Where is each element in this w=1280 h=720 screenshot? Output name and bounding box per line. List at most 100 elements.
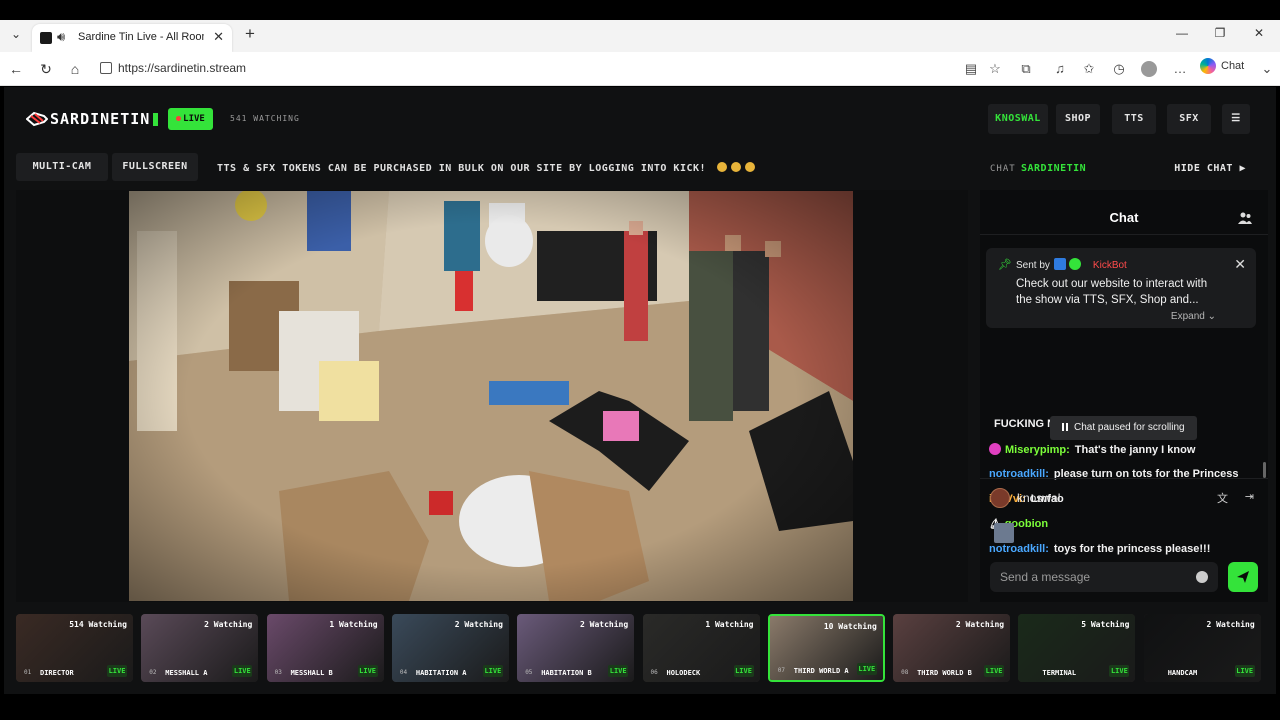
- window-titlebar: [0, 0, 1280, 20]
- chat-title: Chat: [1109, 210, 1139, 225]
- emoji-icon[interactable]: [1196, 571, 1208, 583]
- close-pinned-icon[interactable]: ✕: [1234, 256, 1246, 273]
- extensions-icon[interactable]: ⧉: [1017, 61, 1035, 77]
- new-tab-button[interactable]: +: [240, 24, 260, 44]
- verified-badge-icon: [1053, 258, 1066, 270]
- thumbnail-name: HABITATION A: [415, 669, 467, 677]
- thumbnail-number: 07: [777, 667, 786, 674]
- thumbnail-live-badge: LIVE: [733, 665, 754, 677]
- copilot-icon: [1200, 58, 1216, 74]
- site-logo[interactable]: SARDINETIN: [26, 107, 159, 131]
- emote-preview-icon[interactable]: [994, 523, 1014, 543]
- address-bar[interactable]: https://sardinetin.stream: [92, 56, 1012, 82]
- thumbnail-name: THIRD WORLD A: [793, 667, 849, 675]
- message-input[interactable]: [1000, 569, 1190, 585]
- camera-thumbnail[interactable]: 2 Watching 08 THIRD WORLD B LIVE: [893, 614, 1011, 682]
- chat-message: notroadkill: toys for the princess please…: [989, 543, 1210, 555]
- taskbar-gap: [0, 694, 1280, 720]
- media-control-icon[interactable]: ♫: [1051, 61, 1069, 77]
- tab-strip: ⌄ 🔊︎ Sardine Tin Live - All Rooms, / ✕ +…: [0, 20, 1280, 52]
- hamburger-menu-icon[interactable]: ☰: [1222, 104, 1250, 134]
- thumbnail-watching: 2 Watching: [1206, 620, 1255, 629]
- audio-playing-icon[interactable]: 🔊︎: [57, 29, 65, 45]
- expand-pinned-button[interactable]: Expand ⌄: [1171, 311, 1216, 322]
- chat-message: Miserypimp: That's the janny I know: [989, 443, 1195, 456]
- translate-icon[interactable]: 文: [1217, 490, 1228, 506]
- page-content: SARDINETIN LIVE 541 WATCHING KNOSWAL SHO…: [4, 87, 1276, 694]
- thumbnail-name: MESSHALL B: [290, 669, 333, 677]
- pinned-bot-name: KickBot: [1092, 260, 1127, 271]
- camera-thumbnail-strip: 514 Watching 01 DIRECTOR LIVE 2 Watching 02 ME…: [16, 614, 1268, 682]
- chat-panel: Chat 📌︎ Sent by KickBot Check out our web…: [980, 190, 1268, 602]
- thumbnail-name: MESSHALL A: [165, 669, 208, 677]
- sidebar-chevron-icon[interactable]: ⌄: [1258, 61, 1276, 77]
- live-dot-icon: [176, 116, 182, 121]
- home-icon[interactable]: ⌂: [65, 60, 85, 78]
- send-message-button[interactable]: [1228, 562, 1258, 592]
- nav-sfx[interactable]: SFX: [1167, 104, 1211, 134]
- thumbnail-live-badge: LIVE: [608, 665, 629, 677]
- nav-tts[interactable]: TTS: [1112, 104, 1156, 134]
- chat-username[interactable]: Miserypimp:: [1005, 444, 1070, 456]
- logo-text: SARDINETIN: [50, 110, 151, 128]
- nav-knoswal[interactable]: KNOSWAL: [988, 104, 1048, 134]
- pinned-sender: Sent by KickBot: [1016, 258, 1127, 271]
- copilot-chat-label: Chat: [1221, 60, 1245, 72]
- refresh-icon[interactable]: ↻: [36, 60, 56, 78]
- current-username: knoswal: [1017, 491, 1061, 505]
- minimize-icon[interactable]: —: [1172, 26, 1192, 40]
- nav-shop[interactable]: SHOP: [1056, 104, 1100, 134]
- back-arrow-icon[interactable]: ←: [6, 60, 26, 78]
- camera-thumbnail[interactable]: 1 Watching 06 HOLODECK LIVE: [642, 614, 760, 682]
- thumbnail-name: HABITATION B: [541, 669, 592, 677]
- camera-thumbnail[interactable]: 2 Watching HANDCAM LIVE: [1143, 614, 1261, 682]
- copilot-chat-button[interactable]: Chat: [1200, 58, 1244, 80]
- expand-label: Expand: [1170, 311, 1205, 322]
- thumbnail-watching: 2 Watching: [204, 620, 253, 629]
- close-tab-icon[interactable]: ✕: [213, 29, 224, 45]
- thumbnail-number: 01: [24, 669, 32, 676]
- chat-paused-banner[interactable]: Chat paused for scrolling: [1050, 416, 1197, 440]
- live-video-feed[interactable]: [129, 191, 853, 601]
- people-icon[interactable]: [1238, 212, 1252, 224]
- thumbnail-live-badge: LIVE: [1109, 665, 1130, 677]
- reader-mode-icon[interactable]: ▤: [962, 61, 980, 77]
- thumbnail-number: 03: [274, 669, 282, 676]
- logo-accent-bar: [153, 112, 159, 126]
- sardine-logo-icon: [26, 111, 48, 127]
- user-avatar[interactable]: [990, 488, 1010, 508]
- fullscreen-button[interactable]: FULLSCREEN: [112, 153, 198, 181]
- camera-thumbnail[interactable]: 514 Watching 01 DIRECTOR LIVE: [16, 614, 133, 682]
- chat-room-name: SARDINETIN: [1021, 163, 1087, 174]
- more-menu-icon[interactable]: …: [1171, 61, 1189, 77]
- camera-thumbnail[interactable]: 2 Watching 04 HABITATION A LIVE: [391, 614, 509, 682]
- browser-tab[interactable]: 🔊︎ Sardine Tin Live - All Rooms, / ✕: [32, 24, 232, 52]
- thumbnail-name: THIRD WORLD B: [917, 669, 972, 677]
- multicam-button[interactable]: MULTI-CAM: [16, 153, 108, 181]
- camera-thumbnail[interactable]: 10 Watching 07 THIRD WORLD A LIVE: [767, 614, 885, 682]
- thumbnail-watching: 5 Watching: [1081, 620, 1130, 629]
- chat-scrollbar[interactable]: [1263, 462, 1266, 478]
- thumbnail-live-badge: LIVE: [1234, 665, 1255, 677]
- close-window-icon[interactable]: ✕: [1249, 26, 1269, 40]
- tab-actions-menu[interactable]: ⌄: [6, 27, 26, 45]
- hide-chat-button[interactable]: HIDE CHAT ▶: [1174, 163, 1246, 174]
- favorite-star-icon[interactable]: ☆: [986, 61, 1004, 77]
- chat-username[interactable]: notroadkill:: [989, 543, 1049, 555]
- history-icon[interactable]: ◷: [1110, 61, 1128, 77]
- thumbnail-name: HOLODECK: [666, 669, 701, 677]
- pinned-message-text: Check out our website to interact with t…: [1016, 278, 1208, 306]
- camera-thumbnail[interactable]: 1 Watching 03 MESSHALL B LIVE: [266, 614, 384, 682]
- camera-thumbnail[interactable]: 5 Watching TERMINAL LIVE: [1018, 614, 1136, 682]
- current-user-row: knoswal 文 ⇥: [980, 478, 1268, 514]
- maximize-icon[interactable]: ❐: [1210, 26, 1230, 40]
- thumbnail-live-badge: LIVE: [856, 663, 877, 675]
- profile-avatar[interactable]: [1141, 61, 1157, 77]
- exit-icon[interactable]: ⇥: [1245, 490, 1254, 503]
- thumbnail-watching: 2 Watching: [955, 620, 1005, 629]
- camera-thumbnail[interactable]: 2 Watching 05 HABITATION B LIVE: [517, 614, 635, 682]
- favorites-icon[interactable]: ✩: [1080, 61, 1098, 77]
- camera-thumbnail[interactable]: 2 Watching 02 MESSHALL A LIVE: [141, 614, 259, 682]
- site-info-icon[interactable]: [100, 62, 112, 74]
- chat-message-text: That's the janny I know: [1074, 444, 1196, 456]
